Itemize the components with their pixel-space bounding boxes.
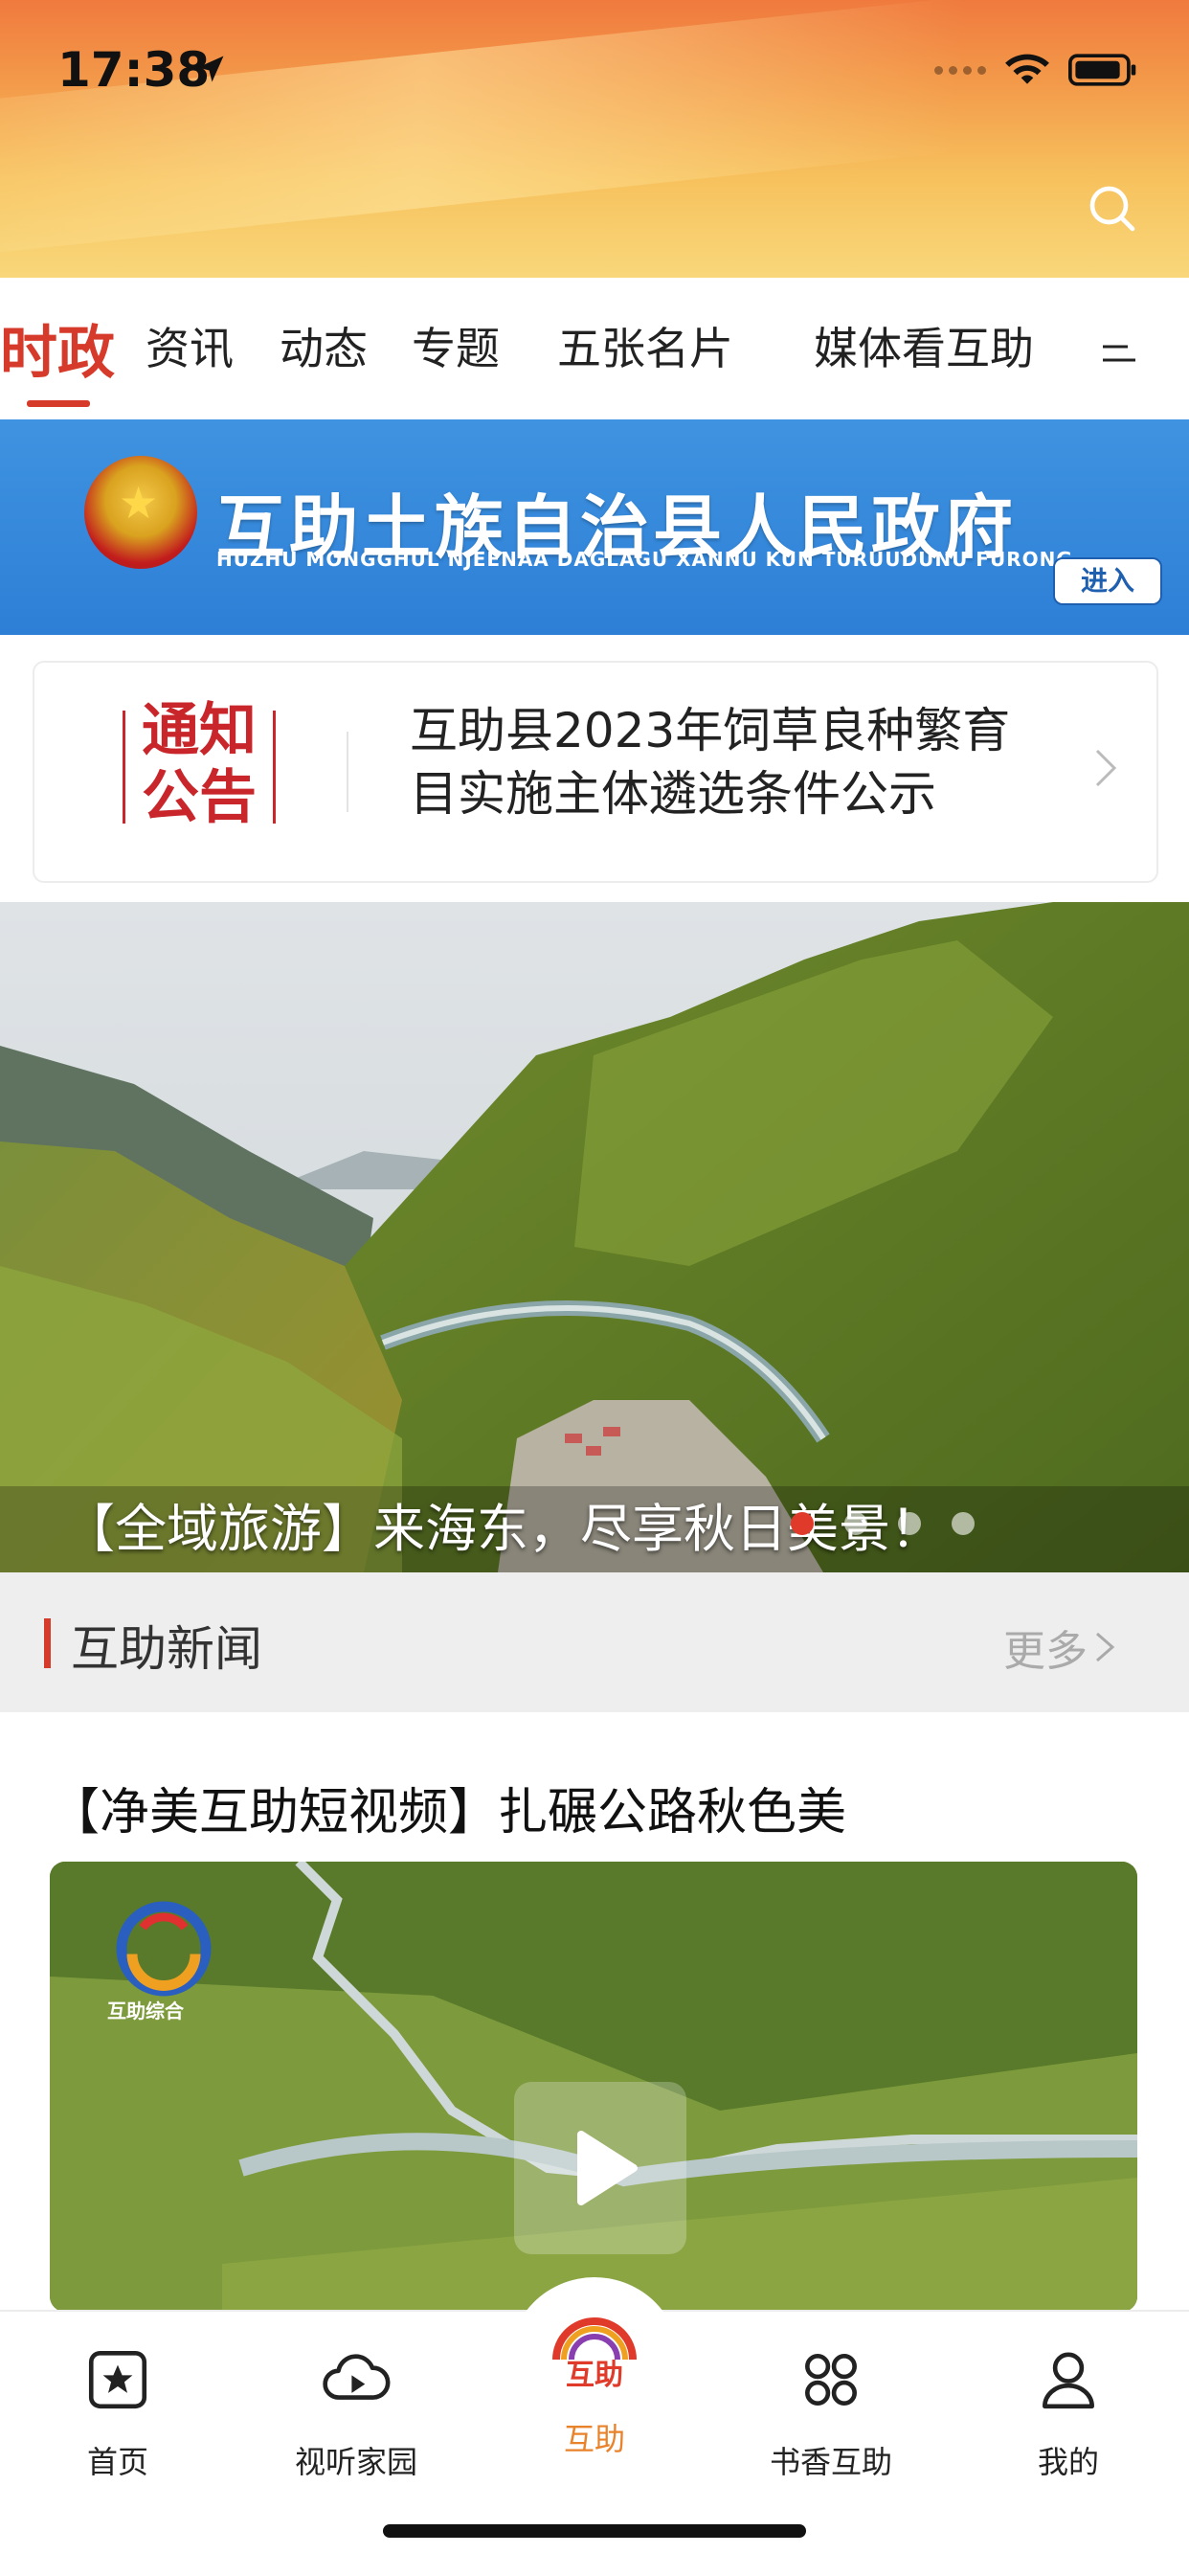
grid-clover-icon [805, 2354, 857, 2406]
national-emblem-icon [84, 456, 197, 569]
header-background: 17:38 [0, 0, 1189, 278]
nav-home[interactable]: 首页 [41, 2327, 194, 2482]
news-section-header: 互助新闻 更多 [0, 1572, 1189, 1712]
status-indicators [934, 52, 1139, 88]
chevron-right-icon [1096, 1632, 1115, 1662]
center-logo-text: 互助 [566, 2359, 623, 2392]
notice-card[interactable]: 通知 公告 互助县2023年饲草良种繁育 目实施主体遴选条件公示 [33, 661, 1158, 883]
wifi-icon [1005, 54, 1049, 84]
gov-banner-subtitle: HUZHU MONGGHUL NJEENAA DAGLAGU XANNU KUN… [216, 548, 1073, 571]
cellular-signal-icon [934, 65, 986, 75]
carousel-dot[interactable] [898, 1512, 921, 1535]
star-square-icon [88, 2350, 147, 2409]
tab-zhuanti[interactable]: 专题 [412, 314, 500, 377]
notice-divider [347, 732, 348, 812]
carousel-dot[interactable] [952, 1512, 975, 1535]
huzhu-tv-logo-icon [116, 1901, 212, 1997]
nav-home-label: 首页 [86, 2444, 148, 2480]
tab-zixun[interactable]: 资讯 [146, 314, 234, 377]
hero-carousel[interactable]: 【全域旅游】来海东，尽享秋日美景！ [0, 902, 1189, 1572]
location-arrow-icon [197, 56, 224, 82]
carousel-dot[interactable] [791, 1512, 814, 1535]
notice-badge-line1: 通知 [142, 697, 257, 764]
gov-portal-banner[interactable]: 互助土族自治县人民政府 HUZHU MONGGHUL NJEENAA DAGLA… [0, 419, 1189, 635]
person-icon [1043, 2352, 1094, 2409]
play-button[interactable] [514, 2082, 686, 2254]
battery-icon [1068, 54, 1136, 86]
category-tabs: 时政 资讯 动态 专题 五张名片 媒体看互助 [0, 278, 1189, 412]
huzhu-logo-icon: 互助 [552, 2317, 637, 2392]
tab-wuzhang-mingpian[interactable]: 五张名片 [557, 314, 733, 377]
hero-image [0, 902, 1189, 1572]
notice-badge-line2: 公告 [142, 764, 257, 831]
section-title: 互助新闻 [71, 1621, 262, 1677]
nav-media[interactable]: 视听家园 [280, 2327, 433, 2482]
nav-huzhu-label: 互助 [563, 2421, 625, 2457]
section-accent-bar [44, 1618, 51, 1668]
notice-badge: 通知 公告 [123, 697, 276, 839]
nav-profile-label: 我的 [1037, 2444, 1099, 2480]
notice-text: 互助县2023年饲草良种繁育 目实施主体遴选条件公示 [410, 699, 1080, 825]
news-video-thumbnail[interactable]: 互助综合 [50, 1862, 1137, 2312]
carousel-dot[interactable] [844, 1512, 867, 1535]
video-logo-text: 互助综合 [107, 2000, 184, 2022]
active-tab-indicator [27, 400, 90, 407]
notice-text-line1: 互助县2023年饲草良种繁育 [410, 703, 1011, 758]
more-link[interactable]: 更多 [1003, 1616, 1116, 1678]
nav-media-label: 视听家园 [294, 2444, 417, 2480]
nav-huzhu[interactable]: 互助 [518, 2283, 671, 2398]
status-time: 17:38 [57, 42, 211, 98]
tab-shizheng[interactable]: 时政 [0, 306, 115, 390]
chevron-right-icon[interactable] [1091, 745, 1120, 791]
nav-reading-label: 书香互助 [769, 2444, 892, 2480]
gov-enter-button[interactable]: 进入 [1053, 557, 1162, 605]
cloud-play-icon [323, 2354, 391, 2400]
news-item-title[interactable]: 【净美互助短视频】扎碾公路秋色美 [50, 1772, 846, 1843]
nav-profile[interactable]: 我的 [992, 2327, 1145, 2482]
search-icon[interactable] [1086, 182, 1139, 236]
tab-meiti-kan-huzhu[interactable]: 媒体看互助 [814, 314, 1034, 377]
notice-text-line2: 目实施主体遴选条件公示 [410, 766, 936, 822]
carousel-dots[interactable] [791, 1512, 975, 1535]
more-label: 更多 [1003, 1627, 1088, 1676]
tab-menu-icon[interactable] [1099, 339, 1139, 368]
home-indicator[interactable] [383, 2524, 806, 2538]
tab-dongtai[interactable]: 动态 [280, 314, 368, 377]
nav-reading[interactable]: 书香互助 [754, 2327, 908, 2482]
play-icon [577, 2131, 638, 2205]
